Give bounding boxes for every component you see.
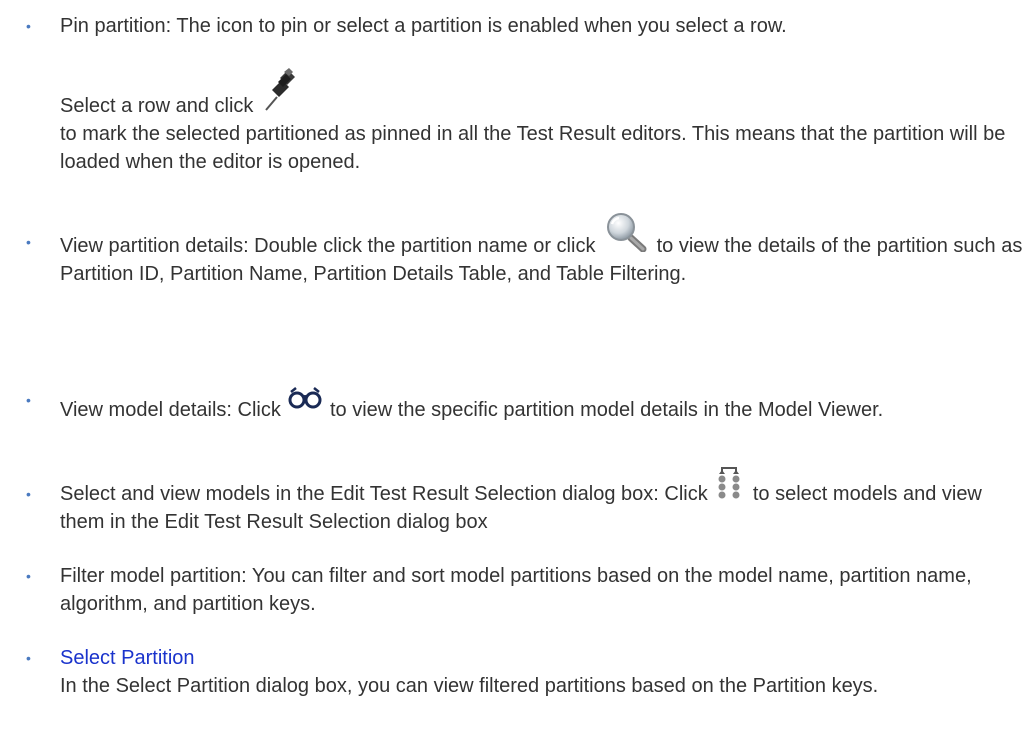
help-page: • Pin partition: The icon to pin or sele… <box>0 0 1032 732</box>
bullet: • <box>26 18 31 34</box>
bullet: • <box>26 486 31 502</box>
pin-partition-description: to mark the selected partitioned as pinn… <box>60 123 1006 173</box>
bullet: • <box>26 392 31 408</box>
pushpin-icon[interactable] <box>262 66 298 120</box>
magnifier-icon[interactable] <box>603 213 649 260</box>
select-partition-description: In the Select Partition dialog box, you … <box>60 675 879 697</box>
select-view-models-text: Select and view models in the Edit Test … <box>60 467 1026 536</box>
select-view-models-before: Select and view models in the Edit Test … <box>60 483 708 505</box>
view-model-details-text: View model details: Click to view the sp… <box>60 386 1026 424</box>
view-partition-details-text: View partition details: Double click the… <box>60 213 1026 288</box>
pin-partition-instruction: Select a row and click <box>60 66 1026 120</box>
select-partition-block: Select Partition In the Select Partition… <box>60 644 1026 700</box>
pin-partition-instruction-text: Select a row and click <box>60 95 254 117</box>
bullet: • <box>26 650 31 666</box>
select-partition-link[interactable]: Select Partition <box>60 647 195 669</box>
bullet: • <box>26 234 31 250</box>
view-partition-details-before: View partition details: Double click the… <box>60 235 596 257</box>
bullet: • <box>26 568 31 584</box>
model-selection-icon[interactable] <box>715 467 745 508</box>
filter-model-partition-text: Filter model partition: You can filter a… <box>60 565 972 615</box>
glasses-icon[interactable] <box>288 386 322 424</box>
view-model-details-after: to view the specific partition model det… <box>329 399 884 421</box>
view-model-details-before: View model details: Click <box>60 399 281 421</box>
pin-partition-intro: Pin partition: The icon to pin or select… <box>60 15 787 37</box>
